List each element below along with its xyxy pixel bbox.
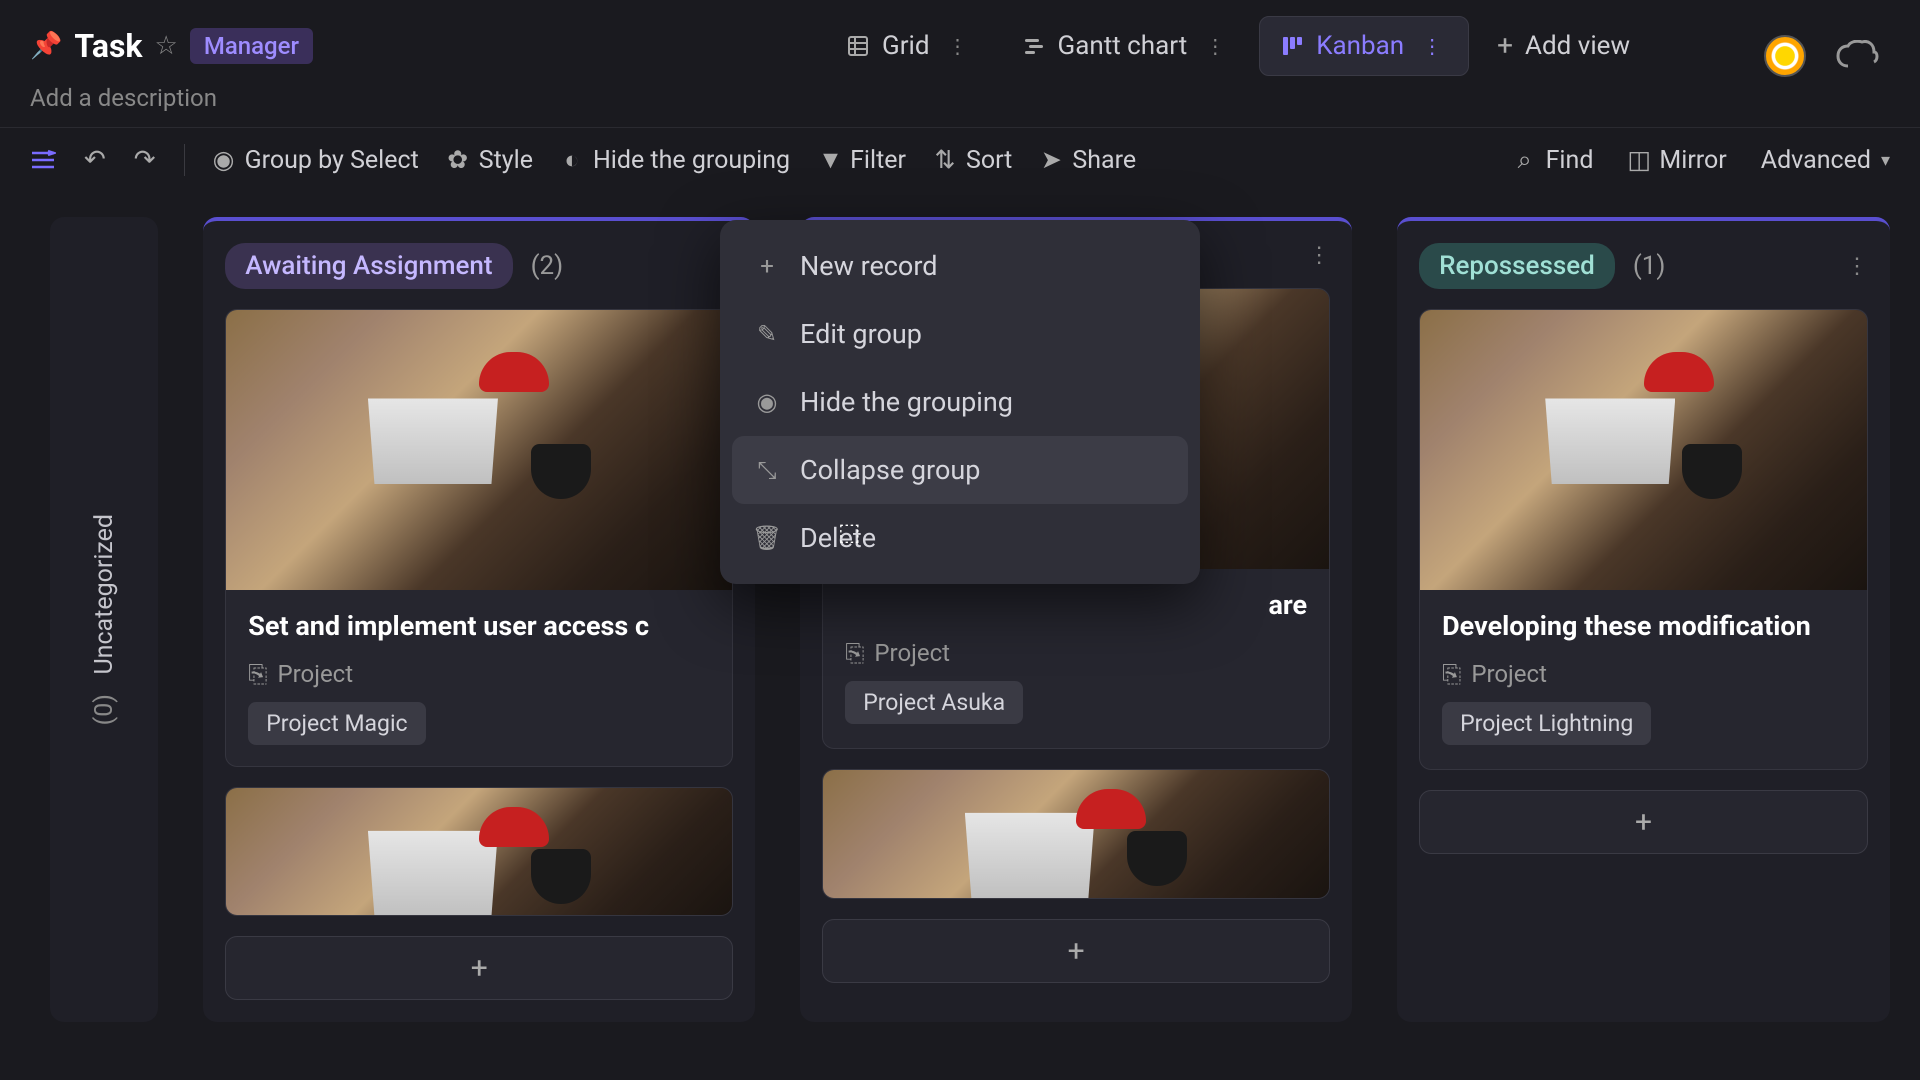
advanced-button[interactable]: Advanced▾ [1761, 146, 1890, 175]
column-awaiting: Awaiting Assignment (2) ⋮ Set and implem… [203, 217, 755, 1022]
mirror-icon: ◫ [1627, 145, 1649, 175]
gantt-icon [1022, 34, 1046, 58]
undo-button[interactable]: ↶ [84, 145, 106, 175]
menu-collapse-group[interactable]: ⤡Collapse group [732, 436, 1188, 504]
project-label: Project [277, 660, 353, 688]
style-button[interactable]: ✿Style [447, 145, 533, 175]
add-view-label: Add view [1525, 31, 1630, 61]
view-tab-label: Grid [882, 31, 930, 61]
description-input[interactable]: Add a description [0, 84, 1920, 127]
kanban-card[interactable]: Developing these modification ⎘ Project P… [1419, 309, 1868, 770]
chevron-down-icon: ▾ [1881, 150, 1890, 171]
project-tag: Project Lightning [1442, 702, 1651, 745]
plus-icon: + [1635, 805, 1652, 840]
card-image [226, 310, 732, 590]
menu-new-record[interactable]: +New record [732, 232, 1188, 300]
collapsed-label: Uncategorized [90, 514, 119, 675]
add-card-button[interactable]: + [225, 936, 733, 1000]
column-menu-button[interactable]: ⋮ [1846, 254, 1868, 279]
column-tag[interactable]: Repossessed [1419, 243, 1615, 289]
add-card-button[interactable]: + [1419, 790, 1868, 854]
eye-icon: ◉ [754, 388, 780, 416]
sort-button[interactable]: ⇅Sort [934, 145, 1012, 175]
share-button[interactable]: ➤Share [1040, 145, 1136, 175]
find-button[interactable]: ⌕Find [1514, 146, 1594, 175]
plus-icon: + [1497, 29, 1513, 62]
collapsed-count: (0) [90, 694, 119, 725]
project-tag: Project Magic [248, 702, 425, 745]
project-tag: Project Asuka [845, 681, 1023, 724]
column-uncategorized-collapsed[interactable]: Uncategorized (0) [50, 217, 158, 1022]
card-title: Developing these modification [1442, 610, 1845, 642]
project-label: Project [874, 639, 950, 667]
hide-grouping-button[interactable]: ◐Hide the grouping [561, 146, 790, 175]
kanban-icon [1280, 34, 1304, 58]
view-tab-label: Gantt chart [1058, 31, 1188, 61]
plus-icon: + [1068, 934, 1085, 969]
menu-delete[interactable]: 🗑Delete [732, 504, 1188, 572]
filter-icon: ▼ [818, 146, 840, 175]
view-tab-grid[interactable]: Grid ⋮ [826, 17, 994, 75]
add-view-button[interactable]: + Add view [1477, 15, 1650, 76]
eye-icon: ◐ [561, 146, 583, 175]
view-tab-kanban[interactable]: Kanban ⋮ [1259, 16, 1469, 76]
redo-button[interactable]: ↷ [134, 145, 156, 175]
context-menu: +New record ✎Edit group ◉Hide the groupi… [720, 220, 1200, 584]
group-by-button[interactable]: ◉Group by Select [213, 145, 419, 175]
view-tab-gantt[interactable]: Gantt chart ⋮ [1002, 17, 1252, 75]
pencil-icon: ✎ [754, 320, 780, 348]
link-icon: ⎘ [248, 660, 267, 688]
add-card-button[interactable]: + [822, 919, 1330, 983]
kanban-card[interactable] [225, 787, 733, 916]
grid-icon [846, 34, 870, 58]
menu-hide-grouping[interactable]: ◉Hide the grouping [732, 368, 1188, 436]
column-count: (1) [1633, 251, 1666, 281]
column-tag[interactable]: Awaiting Assignment [225, 243, 512, 289]
share-icon: ➤ [1040, 145, 1062, 175]
sort-icon: ⇅ [934, 145, 956, 175]
card-title: Set and implement user access c [248, 610, 710, 642]
column-menu-button[interactable]: ⋮ [1308, 243, 1330, 268]
view-tab-label: Kanban [1316, 31, 1404, 61]
star-icon[interactable]: ☆ [155, 31, 178, 61]
collapse-icon: ⤡ [754, 456, 780, 484]
tab-menu-icon[interactable]: ⋮ [942, 34, 974, 58]
card-title: are [845, 589, 1307, 621]
card-image [1420, 310, 1867, 590]
tab-menu-icon[interactable]: ⋮ [1199, 34, 1231, 58]
kanban-card[interactable]: Set and implement user access c ⎘ Project… [225, 309, 733, 767]
expand-icon[interactable] [30, 149, 56, 171]
column-repossessed: Repossessed (1) ⋮ Developing these modif… [1397, 217, 1890, 1022]
column-count: (2) [531, 251, 564, 281]
kanban-card[interactable] [822, 769, 1330, 899]
search-icon: ⌕ [1514, 146, 1536, 175]
plus-icon: + [754, 252, 780, 280]
menu-edit-group[interactable]: ✎Edit group [732, 300, 1188, 368]
project-label: Project [1471, 660, 1547, 688]
filter-button[interactable]: ▼Filter [818, 146, 906, 175]
link-icon: ⎘ [845, 639, 864, 667]
tab-menu-icon[interactable]: ⋮ [1416, 34, 1448, 58]
plus-icon: + [471, 951, 488, 986]
target-icon: ◉ [213, 145, 235, 175]
link-icon: ⎘ [1442, 660, 1461, 688]
page-title: Task [74, 27, 142, 65]
manager-badge: Manager [190, 28, 313, 64]
avatar[interactable] [1764, 35, 1806, 77]
mirror-button[interactable]: ◫Mirror [1627, 145, 1726, 175]
trash-icon: 🗑 [754, 524, 780, 552]
pin-icon: 📌 [30, 31, 62, 61]
gear-icon: ✿ [447, 145, 469, 175]
cloud-icon[interactable] [1836, 40, 1880, 72]
